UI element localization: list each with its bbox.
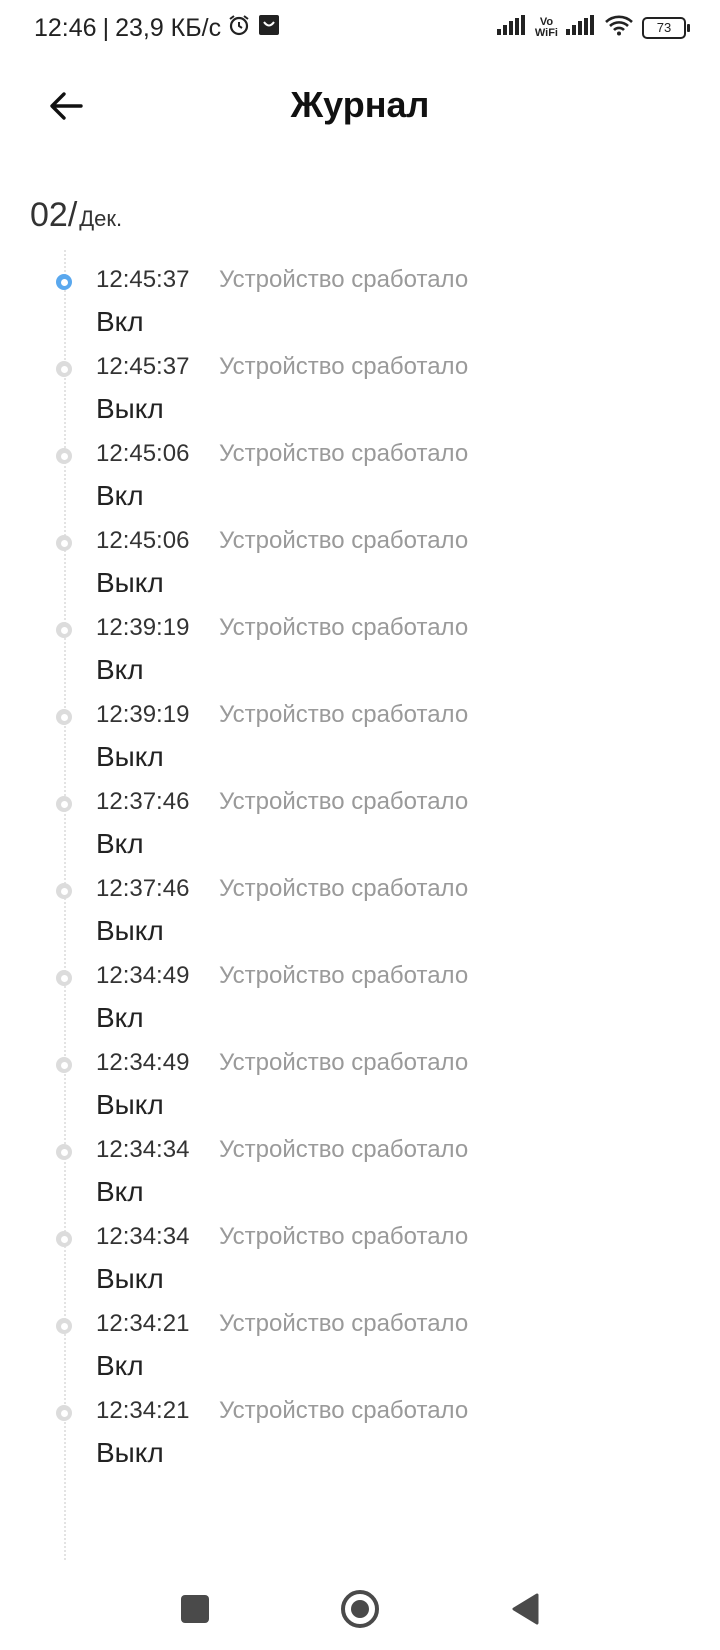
system-nav-bar [0, 1565, 720, 1650]
timeline-dot [56, 535, 72, 551]
log-entry: 12:34:49 Устройство сработало Вкл [0, 946, 720, 1038]
vowifi-wifi: WiFi [534, 26, 558, 39]
entry-state: Выкл [96, 915, 164, 946]
entry-event: Устройство сработало [219, 527, 469, 554]
signal-icon [496, 15, 527, 40]
timeline-dot [56, 1057, 72, 1073]
header: Журнал [0, 66, 720, 146]
entry-time: 12:39:19 [96, 701, 190, 728]
entry-event: Устройство сработало [219, 440, 469, 467]
timeline-dot [56, 1318, 72, 1334]
entry-event: Устройство сработало [219, 1310, 469, 1337]
log-entry: 12:45:06 Устройство сработало Вкл [0, 424, 720, 516]
timeline-dot [56, 1144, 72, 1160]
entry-state: Выкл [96, 741, 164, 772]
status-time: 12:46 [34, 14, 97, 42]
entry-event: Устройство сработало [219, 1136, 469, 1163]
timeline-dot [56, 448, 72, 464]
log-entry: 12:45:37 Устройство сработало Выкл [0, 337, 720, 429]
entry-event: Устройство сработало [219, 788, 469, 815]
alarm-clock-icon [227, 13, 251, 44]
entry-state: Вкл [96, 1002, 144, 1033]
home-button[interactable] [338, 1587, 382, 1631]
log-entry: 12:37:46 Устройство сработало Вкл [0, 772, 720, 864]
vowifi-indicator: Vo WiFi [534, 16, 558, 39]
entry-state: Выкл [96, 393, 164, 424]
timeline-dot [56, 796, 72, 812]
log-entry: 12:39:19 Устройство сработало Вкл [0, 598, 720, 690]
entry-time: 12:34:49 [96, 1049, 190, 1076]
circle-icon [341, 1590, 379, 1628]
entry-state: Выкл [96, 1089, 164, 1120]
date-month: Дек. [79, 206, 123, 231]
wifi-icon [604, 14, 634, 41]
signal-icon-2 [566, 15, 596, 40]
date-heading: 02/Дек. [30, 196, 122, 235]
timeline-dot [56, 970, 72, 986]
entry-time: 12:37:46 [96, 875, 190, 902]
log-entry: 12:34:21 Устройство сработало Вкл [0, 1294, 720, 1386]
entry-time: 12:34:34 [96, 1223, 190, 1250]
entry-event: Устройство сработало [219, 353, 469, 380]
log-entry: 12:39:19 Устройство сработало Выкл [0, 685, 720, 777]
status-left: 12:46 | 23,9 КБ/с [34, 13, 281, 44]
entry-event: Устройство сработало [219, 875, 469, 902]
entry-time: 12:34:21 [96, 1310, 190, 1337]
log-entry: 12:45:06 Устройство сработало Выкл [0, 511, 720, 603]
timeline-dot [56, 883, 72, 899]
status-bar: 12:46 | 23,9 КБ/с Vo WiFi 73 [0, 0, 720, 56]
log-entry: 12:34:34 Устройство сработало Выкл [0, 1207, 720, 1299]
timeline-dot [56, 361, 72, 377]
entry-event: Устройство сработало [219, 1223, 469, 1250]
entry-state: Выкл [96, 1437, 164, 1468]
entry-time: 12:34:49 [96, 962, 190, 989]
log-entry: 12:34:49 Устройство сработало Выкл [0, 1033, 720, 1125]
timeline-dot-active [56, 274, 72, 290]
log-entry: 12:37:46 Устройство сработало Выкл [0, 859, 720, 951]
log-entry: 12:45:37 Устройство сработало Вкл [0, 250, 720, 342]
entry-event: Устройство сработало [219, 614, 469, 641]
network-speed: 23,9 КБ/с [115, 14, 222, 42]
triangle-back-icon [512, 1593, 539, 1625]
entry-time: 12:39:19 [96, 614, 190, 641]
entry-state: Вкл [96, 828, 144, 859]
log-entry: 12:34:21 Устройство сработало Выкл [0, 1381, 720, 1473]
status-right: Vo WiFi 73 [496, 14, 690, 41]
status-separator: | [102, 14, 110, 42]
entry-event: Устройство сработало [219, 1397, 469, 1424]
entry-state: Вкл [96, 306, 144, 337]
entry-event: Устройство сработало [219, 1049, 469, 1076]
entry-state: Вкл [96, 1350, 144, 1381]
entry-time: 12:45:37 [96, 353, 190, 380]
nav-back-button[interactable] [503, 1587, 547, 1631]
timeline-dot [56, 1231, 72, 1247]
entry-state: Выкл [96, 567, 164, 598]
entry-event: Устройство сработало [219, 701, 469, 728]
entry-time: 12:45:06 [96, 527, 190, 554]
entry-time: 12:37:46 [96, 788, 190, 815]
page-title: Журнал [290, 84, 430, 125]
entry-time: 12:34:21 [96, 1397, 190, 1424]
timeline-dot [56, 622, 72, 638]
recent-apps-button[interactable] [173, 1587, 217, 1631]
entry-state: Вкл [96, 480, 144, 511]
timeline-dot [56, 709, 72, 725]
entry-time: 12:34:34 [96, 1136, 190, 1163]
log-entry: 12:34:34 Устройство сработало Вкл [0, 1120, 720, 1212]
date-day: 02/ [30, 196, 78, 234]
shopping-bag-icon [257, 13, 281, 44]
entry-event: Устройство сработало [219, 962, 469, 989]
timeline-dot [56, 1405, 72, 1421]
entry-time: 12:45:06 [96, 440, 190, 467]
battery-indicator: 73 [642, 16, 690, 39]
entry-state: Вкл [96, 1176, 144, 1207]
entry-event: Устройство сработало [219, 266, 469, 293]
entry-state: Вкл [96, 654, 144, 685]
square-icon [181, 1595, 209, 1623]
entry-time: 12:45:37 [96, 266, 190, 293]
entry-state: Выкл [96, 1263, 164, 1294]
